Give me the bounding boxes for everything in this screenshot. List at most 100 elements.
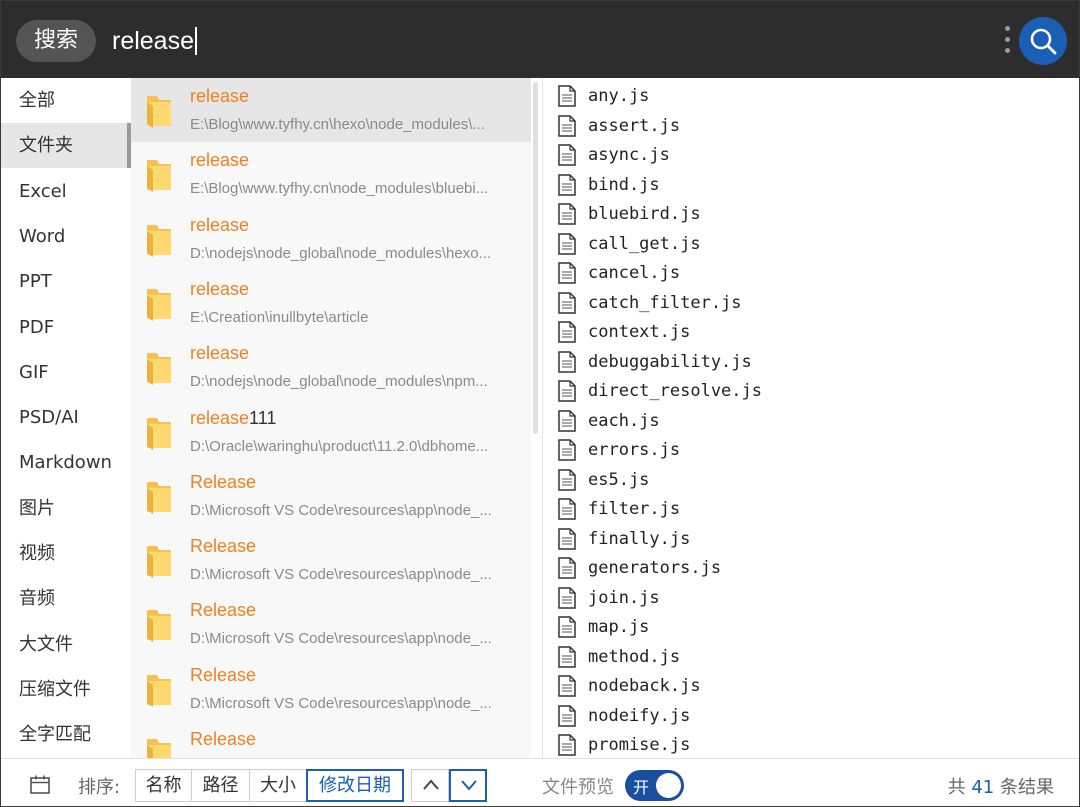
result-row[interactable]: release E:\Blog\www.tyfhy.cn\hexo\node_mo…	[131, 78, 531, 142]
result-name: Release	[190, 536, 256, 557]
file-name: catch_filter.js	[588, 292, 742, 313]
preview-file-item[interactable]: async.js	[557, 140, 670, 170]
file-name: filter.js	[588, 499, 681, 519]
sort-by-path-button[interactable]: 路径	[191, 769, 250, 802]
preview-file-item[interactable]: context.js	[557, 317, 690, 347]
sort-by-size-button[interactable]: 大小	[249, 769, 307, 802]
sidebar-item[interactable]: Word	[1, 214, 131, 259]
file-icon	[557, 262, 577, 284]
file-icon	[557, 203, 577, 225]
folder-icon	[145, 221, 173, 257]
preview-file-item[interactable]: bluebird.js	[557, 199, 701, 229]
file-icon	[557, 321, 577, 343]
app-window: 搜索 release 全部 文件夹 Excel Word PPT PDF GIF PSD/AI…	[0, 0, 1080, 807]
result-row[interactable]: release E:\Creation\inullbyte\article	[131, 271, 531, 335]
sort-ascending-button[interactable]	[411, 769, 449, 802]
results-scrollbar[interactable]	[533, 82, 538, 434]
result-row[interactable]: release D:\nodejs\node_global\node_module…	[131, 335, 531, 399]
file-name: errors.js	[588, 440, 681, 460]
preview-file-item[interactable]: filter.js	[557, 494, 680, 524]
calendar-icon[interactable]	[30, 775, 50, 794]
sort-by-date-button[interactable]: 修改日期	[306, 769, 404, 802]
file-icon	[557, 409, 577, 432]
result-row[interactable]: Release	[131, 721, 531, 758]
result-row[interactable]: release111 D:\Oracle\waringhu\product\11.…	[131, 400, 531, 464]
result-path: E:\Blog\www.tyfhy.cn\hexo\node_modules\.…	[190, 116, 485, 133]
file-name: cancel.js	[588, 263, 681, 283]
sidebar-item[interactable]: PDF	[1, 305, 131, 350]
file-icon	[557, 498, 577, 520]
result-path: D:\nodejs\node_global\node_modules\hexo.…	[190, 244, 492, 262]
preview-file-item[interactable]: errors.js	[557, 435, 680, 465]
sidebar-item[interactable]: 全部	[1, 78, 131, 123]
sidebar-item[interactable]: 文件夹	[1, 123, 131, 169]
search-button[interactable]	[1019, 17, 1067, 65]
file-name: method.js	[588, 646, 681, 667]
preview-file-item[interactable]: bind.js	[557, 170, 660, 200]
search-label[interactable]: 搜索	[16, 20, 96, 62]
preview-file-item[interactable]: direct_resolve.js	[557, 376, 762, 406]
preview-file-item[interactable]: catch_filter.js	[557, 288, 742, 318]
result-name-rest: 111	[249, 407, 277, 428]
search-input[interactable]: release	[112, 23, 197, 59]
sidebar-item[interactable]: Excel	[1, 169, 131, 214]
file-name: map.js	[588, 617, 650, 637]
more-vertical-icon[interactable]	[1003, 26, 1011, 56]
sort-descending-button[interactable]	[449, 769, 487, 802]
preview-file-item[interactable]: nodeback.js	[557, 671, 701, 701]
preview-file-item[interactable]: nodeify.js	[557, 701, 690, 731]
file-name: es5.js	[588, 469, 650, 490]
file-icon	[557, 173, 577, 196]
results-list: release E:\Blog\www.tyfhy.cn\hexo\node_mo…	[131, 78, 531, 758]
result-row[interactable]: Release D:\Microsoft VS Code\resources\ap…	[131, 464, 531, 528]
result-name: Release	[190, 729, 256, 750]
file-name: debuggability.js	[588, 351, 752, 372]
result-row[interactable]: Release D:\Microsoft VS Code\resources\ap…	[131, 657, 531, 721]
preview-file-item[interactable]: any.js	[557, 81, 649, 111]
result-name: release111	[190, 408, 276, 429]
file-icon	[557, 291, 577, 314]
folder-icon	[145, 92, 173, 128]
file-icon	[557, 616, 577, 638]
preview-file-item[interactable]: generators.js	[557, 553, 721, 583]
result-row[interactable]: Release D:\Microsoft VS Code\resources\ap…	[131, 528, 531, 592]
file-name: assert.js	[588, 115, 681, 136]
folder-icon	[145, 349, 173, 386]
sidebar-item[interactable]: PPT	[1, 259, 131, 304]
preview-toggle[interactable]: 开	[625, 770, 684, 801]
sidebar-item[interactable]: 音频	[1, 576, 131, 621]
result-name: release	[190, 86, 249, 107]
file-icon	[557, 586, 577, 609]
preview-file-item[interactable]: es5.js	[557, 465, 649, 495]
sidebar-item[interactable]: 视频	[1, 531, 131, 576]
preview-file-item[interactable]: promise.js	[557, 730, 690, 760]
file-name: generators.js	[588, 558, 722, 578]
sidebar-item[interactable]: 全字匹配	[1, 712, 131, 757]
result-count: 共 41 条结果	[948, 773, 1054, 799]
count-prefix: 共	[947, 777, 966, 798]
result-row[interactable]: release D:\nodejs\node_global\node_module…	[131, 207, 531, 271]
sort-by-name-button[interactable]: 名称	[135, 769, 192, 802]
preview-file-item[interactable]: assert.js	[557, 111, 680, 141]
preview-file-item[interactable]: method.js	[557, 642, 680, 672]
preview-file-item[interactable]: finally.js	[557, 524, 690, 554]
sidebar-item[interactable]: 压缩文件	[1, 667, 131, 712]
file-name: bluebird.js	[588, 204, 701, 224]
result-row[interactable]: Release D:\Microsoft VS Code\resources\ap…	[131, 592, 531, 656]
preview-file-item[interactable]: cancel.js	[557, 258, 680, 288]
result-row[interactable]: release E:\Blog\www.tyfhy.cn\node_modules…	[131, 142, 531, 206]
preview-file-item[interactable]: map.js	[557, 612, 649, 642]
sidebar-item[interactable]: 图片	[1, 486, 131, 531]
sidebar-item[interactable]: GIF	[1, 350, 131, 395]
sidebar-item[interactable]: Markdown	[1, 440, 131, 485]
file-icon	[557, 144, 577, 166]
preview-file-item[interactable]: debuggability.js	[557, 347, 752, 377]
preview-file-item[interactable]: join.js	[557, 583, 660, 613]
preview-file-item[interactable]: each.js	[557, 406, 660, 436]
sidebar-item[interactable]: PSD/AI	[1, 395, 131, 440]
file-icon	[557, 350, 577, 373]
file-icon	[557, 675, 577, 697]
preview-file-item[interactable]: call_get.js	[557, 229, 701, 259]
sidebar-item[interactable]: 大文件	[1, 622, 131, 667]
result-name-match: release	[190, 86, 250, 106]
